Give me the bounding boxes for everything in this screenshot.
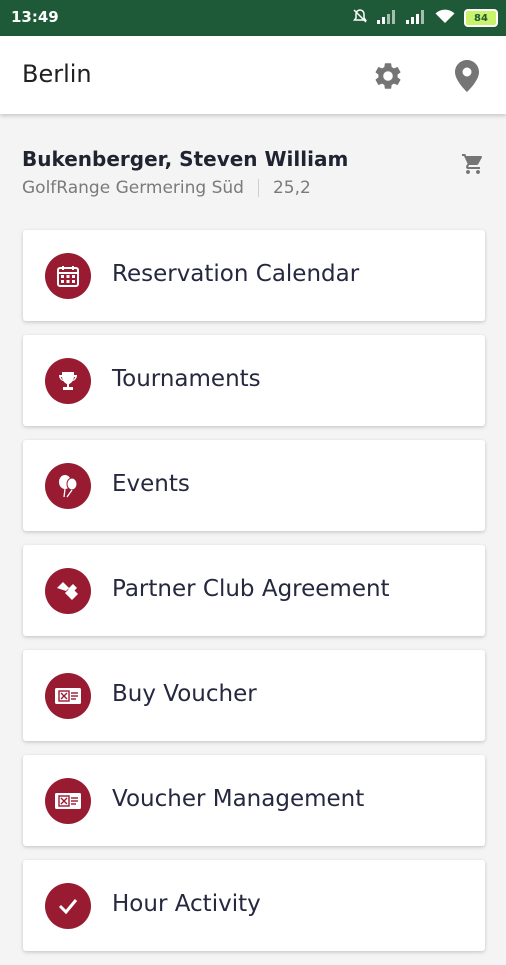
status-icons: 84 bbox=[352, 8, 498, 28]
shopping-cart-icon[interactable] bbox=[460, 152, 486, 180]
handicap-value: 25,2 bbox=[272, 178, 311, 198]
menu-item-label: Buy Voucher bbox=[112, 681, 257, 707]
page-title: Berlin bbox=[22, 60, 92, 88]
menu-item-voucher-management[interactable]: Voucher Management bbox=[23, 755, 485, 846]
menu-item-label: Voucher Management bbox=[112, 786, 365, 812]
checkmark-icon bbox=[45, 883, 91, 929]
wifi-icon bbox=[435, 9, 455, 28]
menu-item-label: Partner Club Agreement bbox=[112, 576, 390, 602]
menu-item-label: Hour Activity bbox=[112, 891, 261, 917]
menu-item-events[interactable]: Events bbox=[23, 440, 485, 531]
profile-section: Bukenberger, Steven William GolfRange Ge… bbox=[22, 147, 492, 198]
voucher-icon bbox=[45, 673, 91, 719]
battery-icon: 84 bbox=[464, 9, 498, 27]
menu-item-hour-activity[interactable]: Hour Activity bbox=[23, 860, 485, 951]
status-time: 13:49 bbox=[11, 8, 59, 26]
calendar-icon bbox=[45, 253, 91, 299]
member-name: Bukenberger, Steven William bbox=[22, 147, 349, 171]
menu-item-label: Tournaments bbox=[112, 366, 261, 392]
mute-icon bbox=[352, 8, 368, 28]
main-menu: Reservation Calendar Tournaments Events … bbox=[23, 230, 485, 965]
signal-icon bbox=[406, 9, 426, 28]
menu-item-label: Reservation Calendar bbox=[112, 261, 360, 287]
balloon-icon bbox=[45, 463, 91, 509]
voucher-icon bbox=[45, 778, 91, 824]
app-bar: Berlin bbox=[0, 36, 506, 114]
status-bar: 13:49 84 bbox=[0, 0, 506, 36]
trophy-icon bbox=[45, 358, 91, 404]
gear-icon[interactable] bbox=[372, 60, 404, 96]
club-name: GolfRange Germering Süd bbox=[22, 178, 244, 198]
member-details: GolfRange Germering Süd 25,2 bbox=[22, 178, 492, 198]
location-pin-icon[interactable] bbox=[455, 60, 479, 96]
handshake-icon bbox=[45, 568, 91, 614]
signal-icon bbox=[377, 9, 397, 28]
menu-item-partner-club-agreement[interactable]: Partner Club Agreement bbox=[23, 545, 485, 636]
menu-item-buy-voucher[interactable]: Buy Voucher bbox=[23, 650, 485, 741]
divider bbox=[257, 179, 259, 197]
menu-item-reservation-calendar[interactable]: Reservation Calendar bbox=[23, 230, 485, 321]
menu-item-label: Events bbox=[112, 471, 190, 497]
menu-item-tournaments[interactable]: Tournaments bbox=[23, 335, 485, 426]
